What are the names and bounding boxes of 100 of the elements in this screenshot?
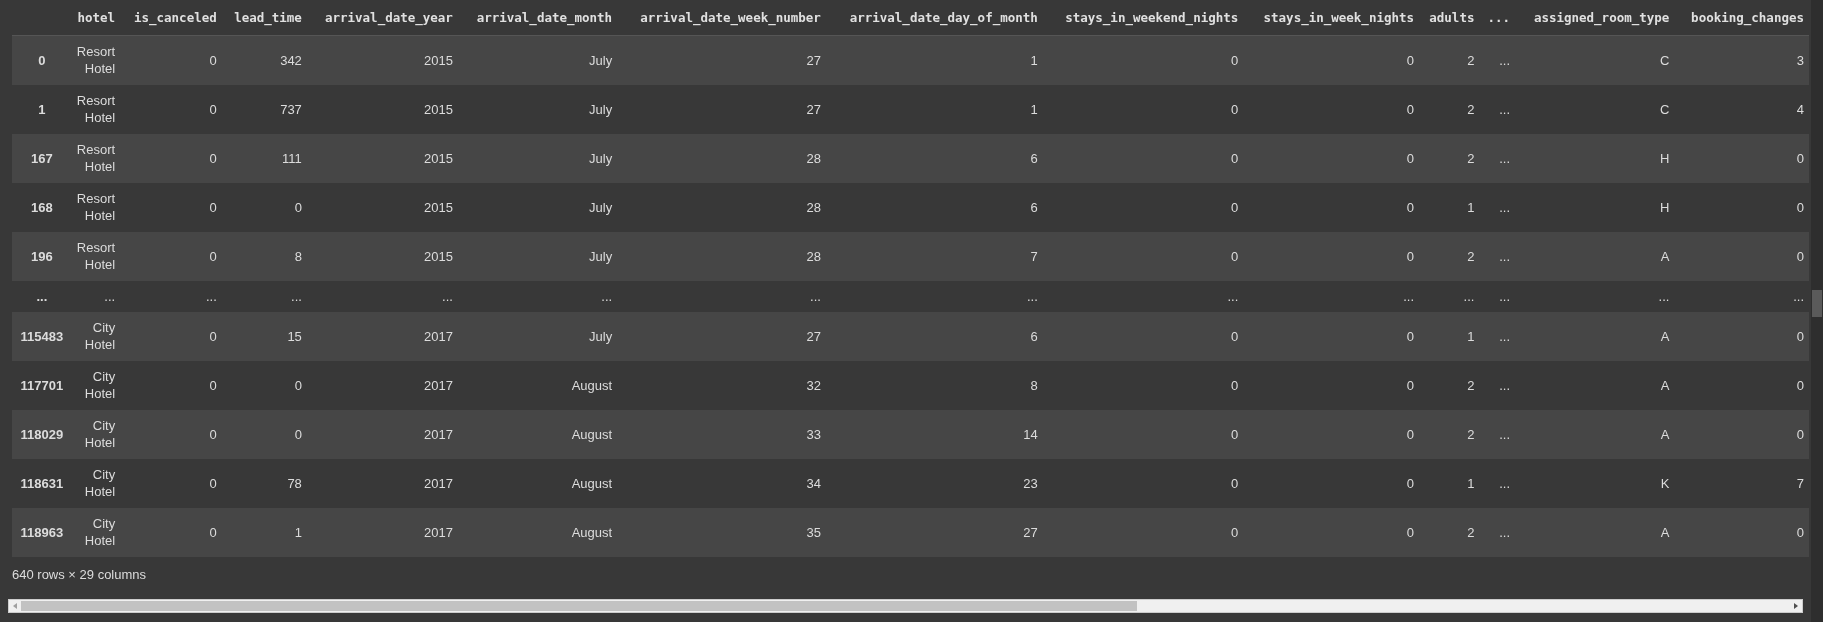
table-cell: 0 <box>1042 133 1244 183</box>
table-cell: ... <box>71 280 121 312</box>
horizontal-scrollbar[interactable] <box>8 598 1803 613</box>
table-cell: 0 <box>120 35 222 85</box>
table-cell: ... <box>1479 311 1516 361</box>
row-index: 115483 <box>12 311 72 361</box>
table-cell: 34 <box>617 458 826 508</box>
table-cell: 4 <box>1674 84 1809 134</box>
table-cell: 28 <box>617 231 826 281</box>
table-cell: ... <box>457 280 618 312</box>
table-cell: August <box>457 409 618 459</box>
table-cell: City Hotel <box>71 507 121 557</box>
table-cell: 0 <box>1674 507 1809 557</box>
table-cell: H <box>1515 182 1675 232</box>
table-cell: 1 <box>825 35 1043 85</box>
table-cell: 0 <box>1674 311 1809 361</box>
table-cell: 2017 <box>306 360 458 410</box>
table-cell: 6 <box>825 133 1043 183</box>
table-cell: 8 <box>825 360 1043 410</box>
table-cell: July <box>457 84 618 134</box>
table-cell: 14 <box>825 409 1043 459</box>
row-index: 167 <box>12 133 72 183</box>
table-cell: ... <box>1479 280 1516 312</box>
table-cell: 342 <box>221 35 307 85</box>
table-cell: ... <box>825 280 1043 312</box>
table-cell: 2 <box>1419 231 1480 281</box>
table-cell: 1 <box>1419 182 1480 232</box>
table-cell: 2 <box>1419 507 1480 557</box>
table-cell: 0 <box>1243 133 1420 183</box>
table-cell: 0 <box>120 84 222 134</box>
table-cell: 2017 <box>306 311 458 361</box>
table-cell: 32 <box>617 360 826 410</box>
table-cell: A <box>1515 507 1675 557</box>
table-cell: Resort Hotel <box>71 133 121 183</box>
table-cell: 111 <box>221 133 307 183</box>
table-cell: 0 <box>1243 311 1420 361</box>
table-cell: 0 <box>120 360 222 410</box>
table-summary: 640 rows × 29 columns <box>12 566 148 582</box>
table-cell: 28 <box>617 133 826 183</box>
header-cell: hotel <box>71 0 121 36</box>
table-cell: ... <box>1479 458 1516 508</box>
table-cell: City Hotel <box>71 409 121 459</box>
table-cell: Resort Hotel <box>71 84 121 134</box>
table-cell: 0 <box>1674 182 1809 232</box>
table-cell: 2 <box>1419 133 1480 183</box>
table-cell: ... <box>1515 280 1675 312</box>
row-index: 1 <box>12 84 72 134</box>
table-cell: ... <box>1479 182 1516 232</box>
scrollbar-thumb[interactable] <box>1812 290 1822 317</box>
table-cell: 2 <box>1419 84 1480 134</box>
table-cell: 1 <box>825 84 1043 134</box>
vertical-scrollbar[interactable] <box>1811 0 1823 622</box>
table-cell: A <box>1515 231 1675 281</box>
table-cell: August <box>457 507 618 557</box>
table-cell: 0 <box>1674 409 1809 459</box>
table-cell: 28 <box>617 182 826 232</box>
table-cell: ... <box>221 280 307 312</box>
table-cell: 2 <box>1419 360 1480 410</box>
table-cell: 2015 <box>306 35 458 85</box>
header-cell: ... <box>1479 0 1516 36</box>
table-cell: A <box>1515 409 1675 459</box>
table-cell: C <box>1515 84 1675 134</box>
header-cell: assigned_room_type <box>1515 0 1675 36</box>
table-cell: 0 <box>1042 182 1244 232</box>
table-cell: 0 <box>221 409 307 459</box>
table-cell: 0 <box>120 507 222 557</box>
table-cell: 27 <box>617 311 826 361</box>
table-cell: July <box>457 182 618 232</box>
table-cell: 1 <box>1419 311 1480 361</box>
table-cell: 7 <box>1674 458 1809 508</box>
table-cell: 0 <box>1674 231 1809 281</box>
table-cell: ... <box>1479 35 1516 85</box>
table-cell: 15 <box>221 311 307 361</box>
table-cell: 35 <box>617 507 826 557</box>
table-cell: 0 <box>1243 458 1420 508</box>
table-cell: 1 <box>1419 458 1480 508</box>
scrollbar-thumb[interactable] <box>21 600 1137 611</box>
table-cell: 27 <box>617 35 826 85</box>
table-cell: Resort Hotel <box>71 182 121 232</box>
table-cell: ... <box>1479 507 1516 557</box>
table-cell: ... <box>1479 231 1516 281</box>
row-index: 168 <box>12 182 72 232</box>
header-cell: stays_in_week_nights <box>1243 0 1420 36</box>
table-cell: 1 <box>221 507 307 557</box>
table-cell: City Hotel <box>71 360 121 410</box>
table-cell: 0 <box>1243 35 1420 85</box>
table-cell: ... <box>1479 409 1516 459</box>
table-cell: 2015 <box>306 84 458 134</box>
table-cell: 0 <box>1042 458 1244 508</box>
row-index: 118963 <box>12 507 72 557</box>
table-cell: A <box>1515 360 1675 410</box>
table-cell: ... <box>1042 280 1244 312</box>
header-cell: lead_time <box>221 0 307 36</box>
table-cell: August <box>457 458 618 508</box>
header-cell: arrival_date_month <box>457 0 618 36</box>
table-cell: 2 <box>1419 35 1480 85</box>
table-cell: 0 <box>1042 360 1244 410</box>
row-index: 196 <box>12 231 72 281</box>
table-cell: 0 <box>1042 311 1244 361</box>
row-index: 117701 <box>12 360 72 410</box>
